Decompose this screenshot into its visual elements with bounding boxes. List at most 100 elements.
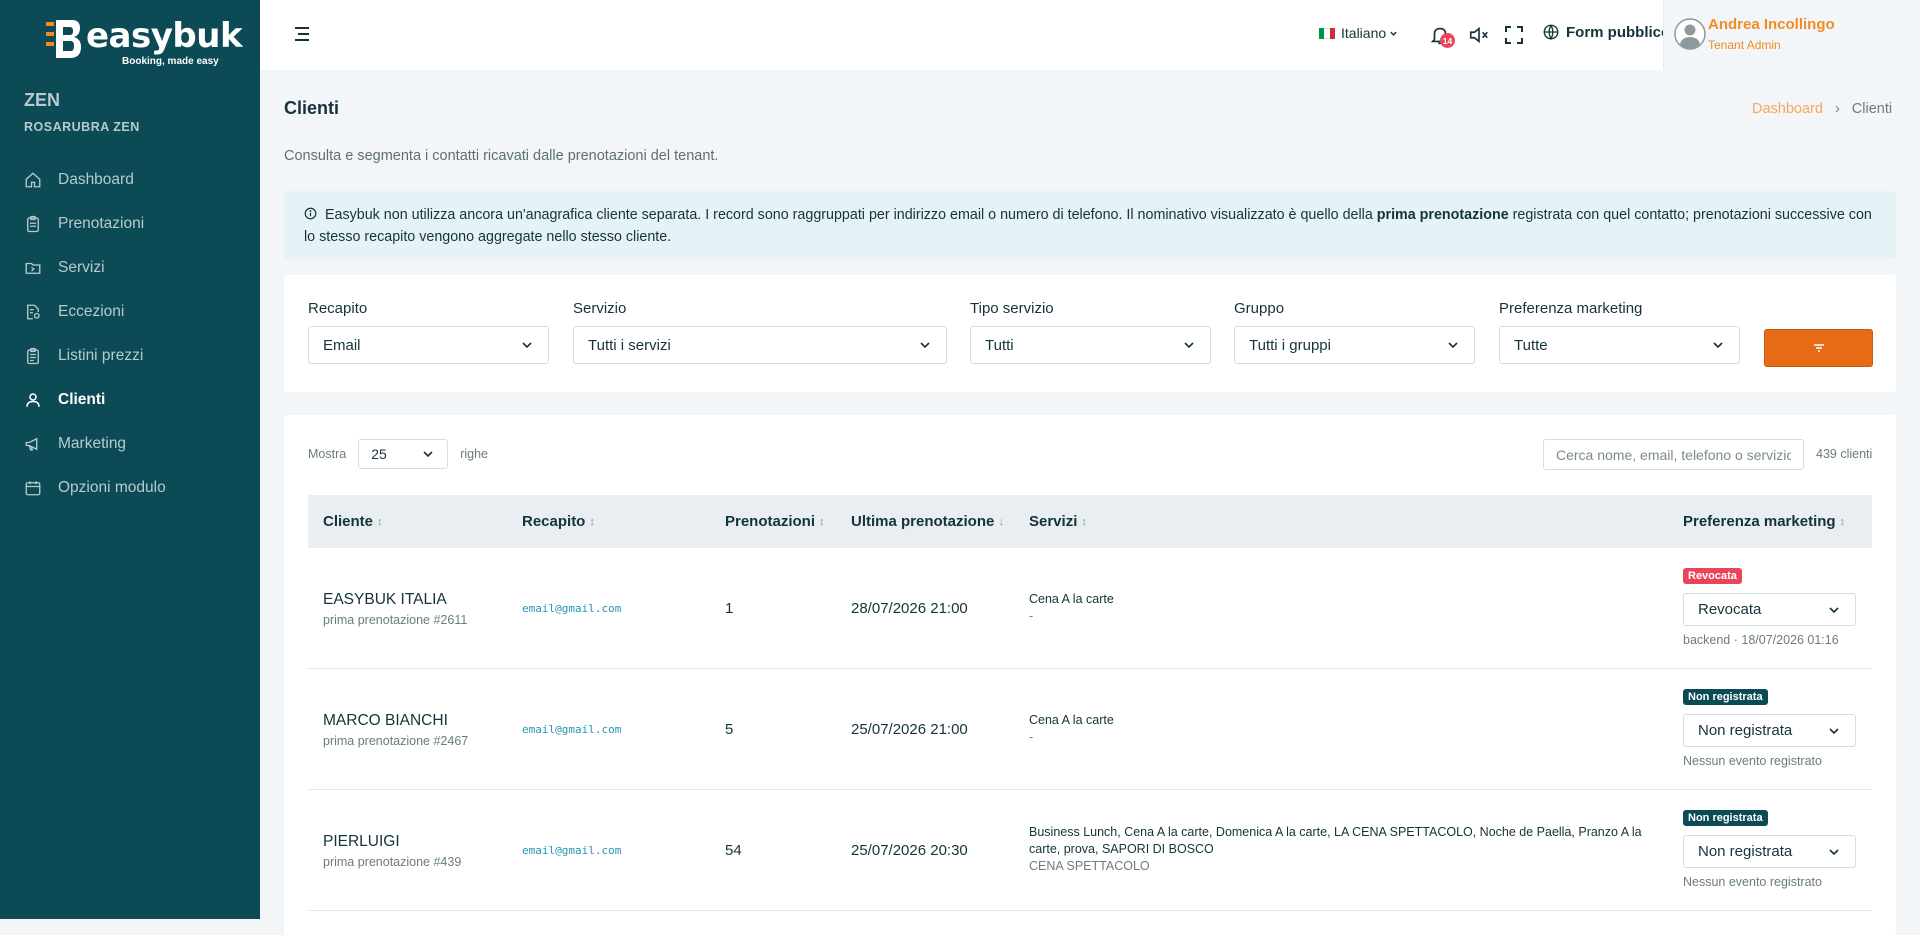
- client-cell: PIERLUIGI prima prenotazione #439: [323, 833, 461, 869]
- sidebar-item-label: Clienti: [58, 391, 106, 408]
- sidebar-item-label: Opzioni modulo: [58, 479, 166, 496]
- column-header-preferenza-marketing[interactable]: Preferenza marketing ↕: [1683, 513, 1845, 530]
- marketing-cell: Revocata Revocata backend · 18/07/2026 0…: [1683, 566, 1856, 647]
- marketing-preference-select[interactable]: Non registrata: [1683, 714, 1856, 747]
- volume-mute-icon[interactable]: [1468, 24, 1490, 46]
- column-header-recapito[interactable]: Recapito ↕: [522, 513, 595, 530]
- marketing-preference-select[interactable]: Revocata: [1683, 593, 1856, 626]
- select-value: Email: [323, 336, 361, 354]
- column-header-cliente[interactable]: Cliente ↕: [323, 513, 383, 530]
- sidebar-item-label: Dashboard: [58, 171, 134, 188]
- home-icon: [25, 172, 41, 188]
- services-extra: -: [1029, 609, 1034, 623]
- sort-icon: ↕: [1081, 515, 1087, 528]
- column-label: Ultima prenotazione: [851, 513, 995, 530]
- tipo-servizio-select[interactable]: Tutti: [970, 326, 1211, 364]
- status-badge: Non registrata: [1683, 810, 1768, 826]
- sort-icon: ↕: [589, 515, 595, 528]
- column-header-prenotazioni[interactable]: Prenotazioni ↕: [725, 513, 825, 530]
- marketing-preference-select[interactable]: Non registrata: [1683, 835, 1856, 868]
- sort-icon: ↕: [377, 515, 383, 528]
- page-size-select[interactable]: 25: [358, 439, 449, 469]
- booking-count: 1: [725, 600, 734, 617]
- client-count: 439 clienti: [1816, 447, 1873, 461]
- client-email-link[interactable]: email@gmail.com: [522, 723, 621, 736]
- filter-icon: [1813, 344, 1824, 352]
- select-value: 25: [371, 446, 387, 462]
- sidebar-item-opzioni-modulo[interactable]: Opzioni modulo: [0, 466, 260, 510]
- chevron-down-icon: [920, 342, 930, 349]
- language-selector[interactable]: Italiano: [1319, 25, 1398, 41]
- recapito-select[interactable]: Email: [308, 326, 549, 364]
- table-row: PIERLUIGI prima prenotazione #439 email@…: [308, 790, 1872, 911]
- last-booking-date: 25/07/2026 21:00: [851, 721, 968, 738]
- services-list: Cena A la carte: [1029, 592, 1114, 606]
- chevron-down-icon: [1713, 342, 1723, 349]
- filter-recapito: Recapito Email: [308, 300, 549, 364]
- globe-icon: [1543, 24, 1559, 41]
- preferenza-marketing-select[interactable]: Tutte: [1499, 326, 1740, 364]
- filter-label: Gruppo: [1234, 300, 1285, 317]
- client-name[interactable]: EASYBUK ITALIA: [323, 591, 467, 609]
- sidebar-item-label: Marketing: [58, 435, 127, 452]
- column-header-servizi[interactable]: Servizi ↕: [1029, 513, 1087, 530]
- clipboard-icon: [27, 215, 39, 233]
- tenant-subtitle: ROSARUBRA ZEN: [24, 120, 140, 134]
- marketing-cell: Non registrata Non registrata Nessun eve…: [1683, 808, 1856, 889]
- menu-toggle-icon[interactable]: [292, 24, 312, 44]
- sidebar-item-label: Prenotazioni: [58, 215, 145, 232]
- user-menu[interactable]: Andrea Incollingo Tenant Admin: [1663, 0, 1920, 70]
- chevron-down-icon: [1390, 31, 1397, 36]
- breadcrumb-home-link[interactable]: Dashboard: [1752, 101, 1823, 117]
- client-email-link[interactable]: email@gmail.com: [522, 844, 621, 857]
- megaphone-icon: [25, 437, 38, 451]
- folder-icon: [25, 262, 41, 274]
- select-value: Non registrata: [1698, 843, 1793, 860]
- chevron-right-icon: ›: [1834, 101, 1840, 117]
- sidebar-item-dashboard[interactable]: Dashboard: [0, 158, 260, 202]
- public-form-label: Form pubblico: [1566, 23, 1671, 41]
- info-text-bold: prima prenotazione: [1376, 207, 1509, 223]
- column-label: Cliente: [323, 513, 374, 530]
- sidebar-item-eccezioni[interactable]: Eccezioni: [0, 290, 260, 334]
- booking-count: 54: [725, 842, 742, 859]
- page-title: Clienti: [284, 98, 340, 118]
- servizio-select[interactable]: Tutti i servizi: [573, 326, 947, 364]
- client-email-link[interactable]: email@gmail.com: [522, 602, 621, 615]
- gruppo-select[interactable]: Tutti i gruppi: [1234, 326, 1475, 364]
- services-extra: CENA SPETTACOLO: [1029, 859, 1150, 873]
- last-booking-date: 28/07/2026 21:00: [851, 600, 968, 617]
- chevron-down-icon: [1829, 727, 1839, 734]
- last-booking-date: 25/07/2026 20:30: [851, 842, 968, 859]
- client-name[interactable]: PIERLUIGI: [323, 833, 461, 851]
- sidebar-item-servizi[interactable]: Servizi: [0, 246, 260, 290]
- page-description: Consulta e segmenta i contatti ricavati …: [284, 148, 719, 164]
- column-label: Recapito: [522, 513, 586, 530]
- select-value: Tutti i servizi: [588, 336, 671, 354]
- column-header-ultima-prenotazione[interactable]: Ultima prenotazione ↓: [851, 513, 1004, 530]
- client-cell: MARCO BIANCHI prima prenotazione #2467: [323, 712, 468, 748]
- chevron-down-icon: [423, 451, 433, 458]
- fullscreen-icon[interactable]: [1504, 25, 1524, 45]
- table-header: Cliente ↕ Recapito ↕ Prenotazioni ↕ Ultima …: [308, 495, 1872, 548]
- sidebar-item-prenotazioni[interactable]: Prenotazioni: [0, 202, 260, 246]
- search-input[interactable]: [1543, 439, 1804, 470]
- column-label: Servizi: [1029, 513, 1078, 530]
- sidebar-item-clienti[interactable]: Clienti: [0, 378, 260, 422]
- services-extra: -: [1029, 730, 1034, 744]
- sidebar-item-listini-prezzi[interactable]: Listini prezzi: [0, 334, 260, 378]
- brand-logo[interactable]: easybuk Booking, made easy: [46, 16, 243, 70]
- info-icon: [304, 207, 317, 220]
- sort-icon: ↕: [819, 515, 825, 528]
- rows-label: righe: [460, 447, 488, 461]
- services-cell: Business Lunch, Cena A la carte, Domenic…: [1029, 824, 1659, 875]
- client-name[interactable]: MARCO BIANCHI: [323, 712, 468, 730]
- info-alert: Easybuk non utilizza ancora un'anagrafic…: [284, 191, 1896, 259]
- public-form-link[interactable]: Form pubblico: [1542, 23, 1670, 41]
- sidebar-item-marketing[interactable]: Marketing: [0, 422, 260, 466]
- show-label: Mostra: [308, 447, 347, 461]
- select-value: Tutti i gruppi: [1249, 336, 1331, 354]
- marketing-note: backend · 18/07/2026 01:16: [1683, 633, 1839, 647]
- notification-badge: 14: [1440, 33, 1455, 48]
- apply-filter-button[interactable]: [1764, 329, 1873, 367]
